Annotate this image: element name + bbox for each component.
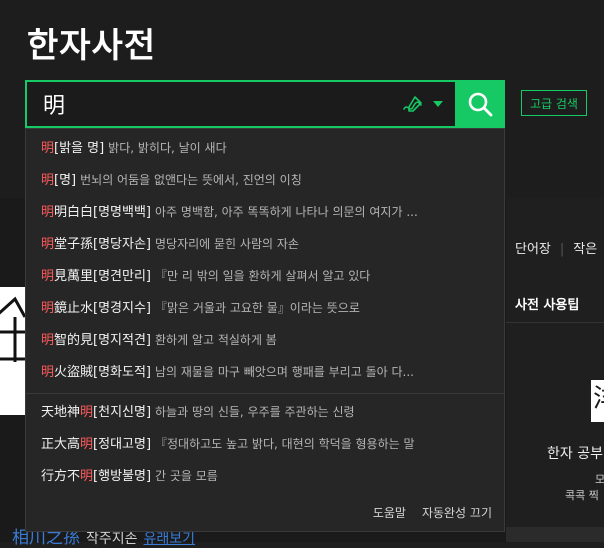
suggestion-item[interactable]: 明[명] 번뇌의 어둠을 없앤다는 뜻에서, 진언의 이칭 xyxy=(41,167,496,193)
suggestion-word: 鏡止水[명경지수] xyxy=(54,301,151,316)
page-title: 한자사전 xyxy=(27,26,157,66)
suggestion-prefix: 天地神 xyxy=(41,405,81,420)
suggestion-match: 明 xyxy=(41,141,55,156)
suggestion-meaning: 하늘과 땅의 신들, 우주를 주관하는 신령 xyxy=(155,405,355,419)
autocomplete-off-link[interactable]: 자동완성 끄기 xyxy=(422,506,492,520)
suggestion-item[interactable]: 明見萬里[명견만리] 『만 리 밖의 일을 환하게 살펴서 알고 있다 xyxy=(41,263,496,289)
suggestion-match: 明 xyxy=(41,301,55,316)
suggestion-prefix: 正大高 xyxy=(41,437,81,452)
suggestion-match: 明 xyxy=(41,269,55,284)
suggestion-word: 智的見[명지적견] xyxy=(54,333,151,348)
suggestion-word: 明白白[명명백백] xyxy=(54,205,151,220)
divider xyxy=(506,322,604,323)
suggestion-match: 明 xyxy=(41,205,55,220)
tab-separator: | xyxy=(559,242,565,257)
search-box[interactable] xyxy=(25,80,457,128)
suggestion-match: 明 xyxy=(41,365,55,380)
suggestion-word: [정대고명] xyxy=(93,437,152,452)
suggestion-match: 明 xyxy=(80,437,94,452)
partial-entry-link[interactable]: 유래보기 xyxy=(144,531,196,547)
search-button[interactable] xyxy=(455,80,505,128)
suggestion-word: 堂子孫[명당자손] xyxy=(54,237,151,252)
suggestion-meaning: 밝다, 밝히다, 날이 새다 xyxy=(108,141,227,155)
suggestion-word: 見萬里[명견만리] xyxy=(54,269,151,284)
hanja-thumbnail-glyph: 洋 xyxy=(593,386,604,412)
dictionary-tips-title: 사전 사용팁 xyxy=(515,298,580,313)
tab-small[interactable]: 작은 xyxy=(573,242,597,257)
suggestion-prefix: 行方不 xyxy=(41,469,81,484)
chevron-down-icon[interactable] xyxy=(433,101,443,107)
bottom-strip xyxy=(506,527,604,542)
suggestion-item[interactable]: 明鏡止水[명경지수] 『맑은 거울과 고요한 물』이라는 뜻으로 xyxy=(41,295,496,321)
suggestion-match: 明 xyxy=(41,333,55,348)
suggestion-meaning: 번뇌의 어둠을 없앤다는 뜻에서, 진언의 이칭 xyxy=(80,173,302,187)
suggestion-meaning: 환하게 알고 적실하게 봄 xyxy=(155,333,277,347)
suggestion-meaning: 『정대하고도 높고 밝다, 대현의 학덕을 형용하는 말 xyxy=(155,437,415,451)
search-input[interactable] xyxy=(41,88,395,120)
suggestion-meaning: 명당자리에 묻힌 사람의 자손 xyxy=(155,237,299,251)
suggestion-meaning: 『만 리 밖의 일을 환하게 살펴서 알고 있다 xyxy=(155,269,371,283)
suggestion-word: [명] xyxy=(54,173,77,188)
suggestion-item[interactable]: 明[밝을 명] 밝다, 밝히다, 날이 새다 xyxy=(41,135,496,161)
suggestion-item[interactable]: 明明白白[명명백백] 아주 명백함, 아주 똑똑하게 나타나 의문의 여지가 ..… xyxy=(41,199,496,225)
partial-entry-reading: 작주지손 xyxy=(86,531,138,547)
suggestion-match: 明 xyxy=(41,237,55,252)
suggestion-meaning: 간 곳을 모름 xyxy=(155,469,218,483)
suggestion-match: 明 xyxy=(80,405,94,420)
autocomplete-footer: 도움말 자동완성 끄기 xyxy=(357,504,492,521)
help-link[interactable]: 도움말 xyxy=(373,506,406,520)
suggestion-item[interactable]: 明智的見[명지적견] 환하게 알고 적실하게 봄 xyxy=(41,327,496,353)
suggestion-word: [행방불명] xyxy=(93,469,152,484)
autocomplete-dropdown: 明[밝을 명] 밝다, 밝히다, 날이 새다 明[명] 번뇌의 어둠을 없앤다는 뜻에… xyxy=(25,128,505,532)
hanja-study-sub: 모 xyxy=(595,473,604,486)
suggestion-meaning: 『맑은 거울과 고요한 물』이라는 뜻으로 xyxy=(155,301,360,315)
suggestion-item[interactable]: 明火盜賊[명화도적] 남의 재물을 마구 빼앗으며 행패를 부리고 돌아 다... xyxy=(41,359,496,385)
suggestion-word: [밝을 명] xyxy=(54,141,105,156)
suggestion-item[interactable]: 正大高明[정대고명] 『정대하고도 높고 밝다, 대현의 학덕을 형용하는 말 xyxy=(41,431,496,457)
hanja-study-title[interactable]: 한자 공부 xyxy=(547,443,603,463)
hanja-thumbnail-left[interactable] xyxy=(0,287,25,415)
sidebar-tabs: 단어장 | 작은 xyxy=(515,238,597,257)
divider xyxy=(26,393,504,394)
suggestion-item[interactable]: 天地神明[천지신명] 하늘과 땅의 신들, 우주를 주관하는 신령 xyxy=(41,399,496,425)
handwriting-pen-icon[interactable] xyxy=(401,93,425,117)
suggestion-item[interactable]: 行方不明[행방불명] 간 곳을 모름 xyxy=(41,463,496,489)
suggestion-meaning: 아주 명백함, 아주 똑똑하게 나타나 의문의 여지가 ... xyxy=(155,205,418,219)
search-icon xyxy=(468,92,493,117)
tab-wordbook[interactable]: 단어장 xyxy=(515,242,551,257)
advanced-search-button[interactable]: 고급 검색 xyxy=(521,90,587,116)
suggestion-item[interactable]: 明堂子孫[명당자손] 명당자리에 묻힌 사람의 자손 xyxy=(41,231,496,257)
suggestion-word: 火盜賊[명화도적] xyxy=(54,365,151,380)
suggestion-word: [천지신명] xyxy=(93,405,152,420)
suggestion-meaning: 남의 재물을 마구 빼앗으며 행패를 부리고 돌아 다... xyxy=(155,365,414,379)
hanja-study-desc: 콕콕 찍 xyxy=(565,489,599,502)
suggestion-match: 明 xyxy=(41,173,55,188)
suggestion-match: 明 xyxy=(80,469,94,484)
